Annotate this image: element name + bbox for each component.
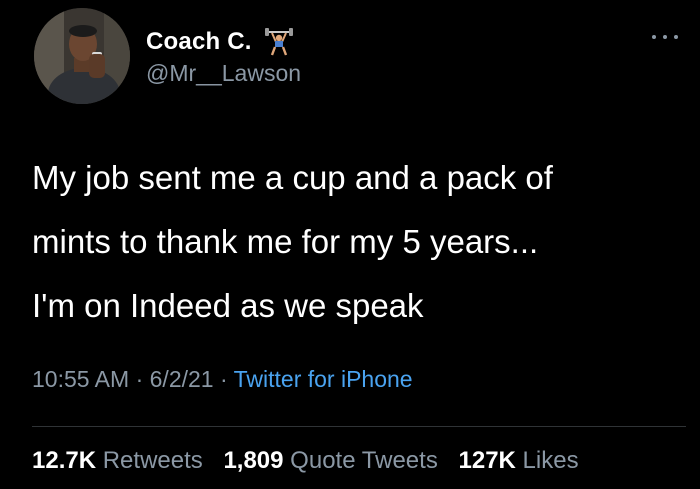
tweet-line: My job sent me a cup and a pack of [32,159,553,196]
tweet-meta: 10:55 AM · 6/2/21 · Twitter for iPhone [32,366,413,393]
meta-separator: · [129,366,150,392]
display-name[interactable]: Coach C. [146,28,252,56]
likes-label: Likes [522,447,579,474]
avatar[interactable] [34,8,130,104]
tweet-text: My job sent me a cup and a pack of mints… [32,146,682,338]
dot-icon [674,35,678,39]
tweet-stats: 12.7K Retweets 1,809 Quote Tweets 127K L… [32,447,593,475]
dot-icon [663,35,667,39]
tweet-source-link[interactable]: Twitter for iPhone [234,366,413,392]
retweets-stat[interactable]: 12.7K Retweets [32,447,203,474]
quote-tweets-label: Quote Tweets [290,447,438,474]
tweet-line: I'm on Indeed as we speak [32,287,424,324]
divider [32,426,686,427]
more-options-icon[interactable] [652,30,678,44]
tweet-time[interactable]: 10:55 AM [32,366,129,392]
meta-separator: · [213,366,234,392]
likes-stat[interactable]: 127K Likes [459,447,579,474]
retweets-label: Retweets [102,447,203,474]
retweets-count: 12.7K [32,447,97,474]
display-name-row[interactable]: Coach C. [146,26,294,58]
quote-tweets-count: 1,809 [223,447,284,474]
user-handle[interactable]: @Mr__Lawson [146,60,301,87]
likes-count: 127K [458,447,516,474]
weightlifter-emoji-icon [264,27,294,57]
tweet-line: mints to thank me for my 5 years... [32,223,539,260]
avatar-photo [34,8,130,104]
dot-icon [652,35,656,39]
quote-tweets-stat[interactable]: 1,809 Quote Tweets [223,447,437,474]
tweet-date[interactable]: 6/2/21 [150,366,214,392]
